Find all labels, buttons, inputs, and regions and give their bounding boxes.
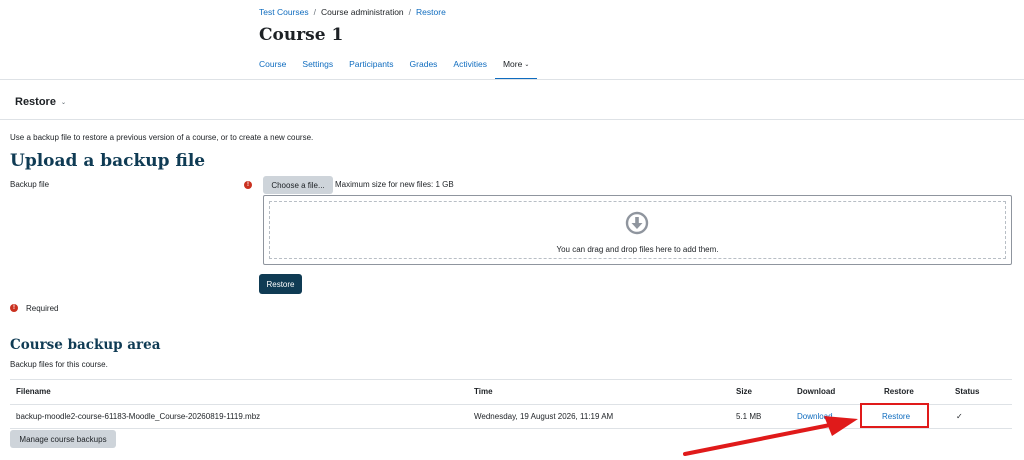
column-header-filename: Filename	[16, 387, 51, 396]
intro-text: Use a backup file to restore a previous …	[10, 133, 314, 142]
status-check-icon: ✓	[956, 412, 963, 421]
backup-time: Wednesday, 19 August 2026, 11:19 AM	[474, 412, 614, 421]
tab-more-label: More	[502, 59, 523, 69]
upload-heading: Upload a backup file	[10, 151, 206, 171]
column-header-time: Time	[474, 387, 493, 396]
breadcrumb: Test Courses / Course administration / R…	[259, 7, 446, 17]
tab-grades[interactable]: Grades	[402, 55, 446, 80]
breadcrumb-separator: /	[313, 7, 316, 17]
header-divider	[0, 119, 1024, 120]
column-header-download: Download	[797, 387, 836, 396]
manage-backups-button[interactable]: Manage course backups	[10, 430, 116, 448]
backup-area-heading: Course backup area	[10, 337, 161, 353]
secondary-navigation: Course Settings Participants Grades Acti…	[251, 55, 538, 80]
required-icon: !	[10, 304, 18, 312]
tertiary-navigation-select[interactable]: Restore ⌄	[15, 96, 66, 108]
column-header-size: Size	[736, 387, 753, 396]
required-icon: !	[244, 181, 252, 189]
backup-file-label: Backup file	[10, 180, 50, 189]
red-arrow-annotation	[683, 416, 858, 456]
max-size-text: Maximum size for new files: 1 GB	[335, 180, 454, 189]
page-title: Course 1	[259, 25, 344, 45]
column-header-status: Status	[955, 387, 980, 396]
tab-more[interactable]: More ⌄	[494, 55, 538, 80]
column-header-restore: Restore	[884, 387, 914, 396]
breadcrumb-test-courses[interactable]: Test Courses	[259, 7, 309, 17]
restore-highlight-box	[860, 403, 929, 428]
breadcrumb-restore[interactable]: Restore	[416, 7, 446, 17]
tab-participants[interactable]: Participants	[341, 55, 401, 80]
choose-file-button[interactable]: Choose a file...	[263, 176, 333, 194]
restore-upload-button[interactable]: Restore	[259, 274, 302, 294]
table-divider	[10, 379, 1012, 380]
tab-activities[interactable]: Activities	[445, 55, 495, 80]
chevron-down-icon: ⌄	[61, 99, 67, 106]
tertiary-label: Restore	[15, 96, 56, 108]
backup-filename: backup-moodle2-course-61183-Moodle_Cours…	[16, 412, 261, 421]
nav-divider	[0, 79, 1024, 80]
download-arrow-icon	[625, 211, 649, 235]
breadcrumb-course-administration: Course administration	[320, 7, 404, 17]
chevron-down-icon: ⌄	[524, 62, 530, 69]
backup-area-subtitle: Backup files for this course.	[10, 360, 108, 369]
breadcrumb-separator: /	[408, 7, 412, 17]
tab-course[interactable]: Course	[251, 55, 294, 80]
required-legend: Required	[26, 304, 59, 313]
tab-settings[interactable]: Settings	[294, 55, 341, 80]
drop-hint-text: You can drag and drop files here to add …	[556, 245, 719, 254]
